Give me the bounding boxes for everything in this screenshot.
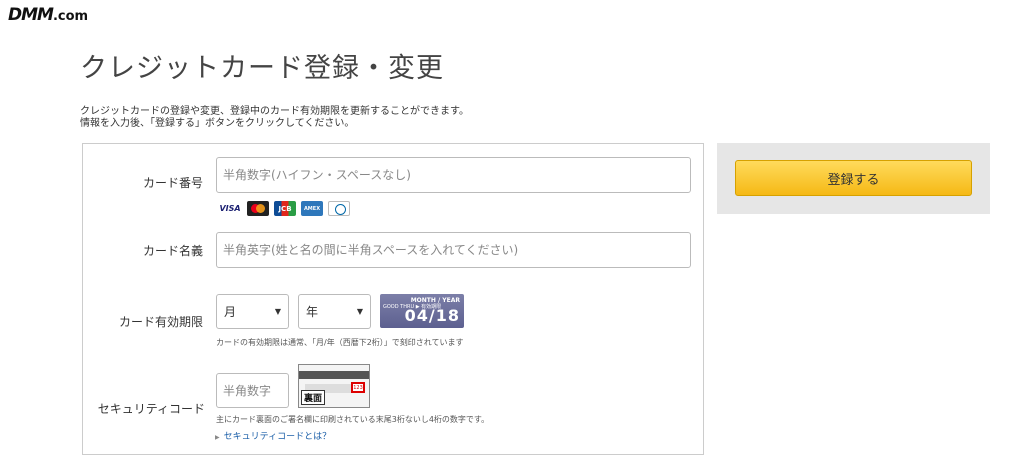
card-number-label: カード番号 (142, 176, 203, 190)
expiry-image-month-year: MONTH / YEAR (410, 297, 460, 304)
intro-line-2: 情報を入力後、「登録する」ボタンをクリックしてください。 (80, 118, 355, 129)
jcb-icon: JCB (274, 201, 296, 216)
security-code-help-link[interactable]: ▶ セキュリティコードとは？ (215, 429, 331, 442)
expiry-year-select[interactable]: 年 ▼ (298, 294, 371, 329)
triangle-right-icon: ▶ (215, 434, 220, 441)
logo-main: DMM (8, 5, 54, 25)
intro-line-1: クレジットカードの登録や変更、登録中のカード有効期限を更新することができます。 (80, 106, 469, 117)
card-back-tag: 裏面 (301, 390, 326, 405)
security-code-help-text: セキュリティコードとは？ (223, 432, 332, 442)
expiry-example-image: MONTH / YEAR GOOD THRU ▶ 有効期限 04/18 (380, 294, 464, 328)
dropdown-arrow-icon: ▼ (356, 307, 363, 316)
credit-card-form: カード番号 VISA JCB AMEX カード名義 カード有効期限 月 ▼ 年 … (82, 143, 704, 455)
register-button[interactable]: 登録する (735, 160, 972, 196)
security-code-note: 主にカード裏面のご署名欄に印刷されている末尾3桁ないし4桁の数字です。 (216, 415, 490, 424)
submit-panel: 登録する (717, 143, 990, 214)
expiry-image-date: 04/18 (404, 306, 460, 325)
dropdown-arrow-icon: ▼ (274, 307, 281, 316)
security-code-highlight: 123 (351, 382, 365, 393)
expiry-month-select[interactable]: 月 ▼ (216, 294, 289, 329)
mastercard-icon (247, 201, 269, 216)
logo-sub: .com (52, 9, 89, 24)
card-number-input[interactable] (216, 157, 691, 193)
expiry-label: カード有効期限 (118, 315, 203, 329)
expiry-year-value: 年 (306, 305, 319, 319)
page-title: クレジットカード登録・変更 (80, 53, 444, 84)
card-brand-logos: VISA JCB AMEX (218, 201, 350, 216)
dmm-logo[interactable]: DMM.com (8, 5, 88, 25)
card-name-label: カード名義 (142, 244, 203, 258)
card-name-input[interactable] (216, 232, 691, 268)
diners-club-icon (328, 201, 350, 216)
visa-icon: VISA (218, 201, 242, 216)
expiry-note: カードの有効期限は通常、「月/年（西暦下2桁）」で刻印されています (216, 338, 464, 347)
amex-icon: AMEX (301, 201, 323, 216)
security-code-label: セキュリティコード (97, 402, 205, 416)
card-back-example-image: 123 裏面 (298, 364, 370, 408)
expiry-month-value: 月 (224, 305, 237, 319)
security-code-input[interactable] (216, 373, 289, 408)
magnetic-stripe (299, 371, 369, 379)
intro-text: クレジットカードの登録や変更、登録中のカード有効期限を更新することができます。 … (80, 106, 469, 130)
